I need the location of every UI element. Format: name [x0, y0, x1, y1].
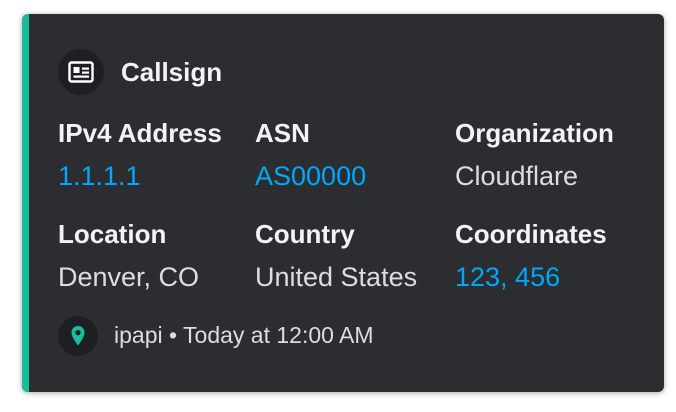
- field-value: United States: [255, 262, 418, 292]
- coordinates-link[interactable]: 123, 456: [455, 260, 651, 294]
- field-name: IPv4 Address: [58, 118, 222, 148]
- footer-timestamp: Today at 12:00 AM: [183, 322, 374, 348]
- field-coordinates: Coordinates 123, 456: [455, 217, 651, 294]
- field-ipv4-address: IPv4 Address 1.1.1.1: [58, 116, 254, 193]
- embed-footer: ipapi • Today at 12:00 AM: [114, 318, 374, 352]
- embed-author-name: Callsign: [121, 57, 223, 87]
- embed-card: Callsign IPv4 Address 1.1.1.1 ASN AS0000…: [22, 14, 664, 392]
- ip-address-link[interactable]: 1.1.1.1: [58, 159, 254, 193]
- asn-link[interactable]: AS00000: [255, 159, 451, 193]
- footer-source: ipapi: [114, 322, 163, 348]
- id-card-icon: [58, 49, 104, 95]
- field-name: Location: [58, 219, 167, 249]
- field-value: Cloudflare: [455, 161, 579, 191]
- field-name: Country: [255, 219, 355, 249]
- field-location: Location Denver, CO: [58, 217, 254, 294]
- field-value: Denver, CO: [58, 262, 200, 292]
- field-name: ASN: [255, 118, 310, 148]
- map-pin-icon: [58, 316, 98, 356]
- field-name: Organization: [455, 118, 614, 148]
- field-organization: Organization Cloudflare: [455, 116, 651, 193]
- embed-accent-bar: [22, 14, 29, 392]
- field-country: Country United States: [255, 217, 451, 294]
- field-name: Coordinates: [455, 219, 607, 249]
- footer-separator: •: [169, 322, 178, 348]
- field-asn: ASN AS00000: [255, 116, 451, 193]
